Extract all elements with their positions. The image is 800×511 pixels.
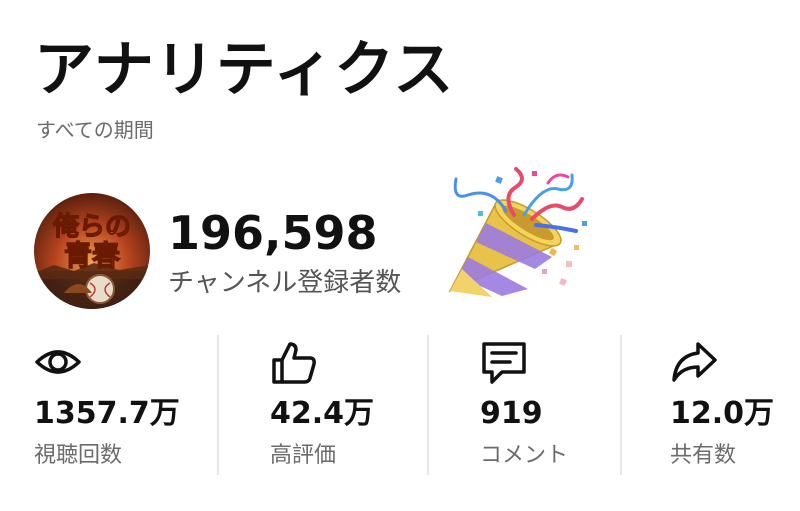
stat-label: コメント [480, 443, 569, 468]
stat-label: 視聴回数 [34, 443, 123, 468]
subscriber-label: チャンネル登録者数 [168, 268, 402, 298]
party-popper-icon [432, 165, 592, 315]
stat-value: 1357.7万 [34, 396, 180, 431]
page-title: アナリティクス [34, 35, 455, 105]
channel-avatar[interactable]: 俺らの 青春 [34, 193, 150, 309]
stat-value: 919 [480, 396, 543, 431]
subscriber-count: 196,598 [168, 206, 378, 260]
stat-value: 12.0万 [670, 396, 775, 431]
comment-icon [480, 338, 528, 386]
share-icon [670, 338, 718, 386]
avatar-logo-text-2: 青春 [64, 239, 120, 272]
stat-divider [217, 335, 219, 475]
stat-divider [620, 335, 622, 475]
stat-label: 高評価 [270, 443, 337, 468]
stat-label: 共有数 [670, 443, 737, 468]
thumbs-up-icon [270, 338, 318, 386]
stat-value: 42.4万 [270, 396, 375, 431]
eye-icon [34, 338, 82, 386]
avatar-logo-text: 俺らの [52, 212, 131, 242]
stat-divider [427, 335, 429, 475]
period-label: すべての期間 [36, 118, 154, 142]
stats-row: 1357.7万 視聴回数 42.4万 高評価 919 コメント 12.0万 共有… [0, 330, 800, 480]
